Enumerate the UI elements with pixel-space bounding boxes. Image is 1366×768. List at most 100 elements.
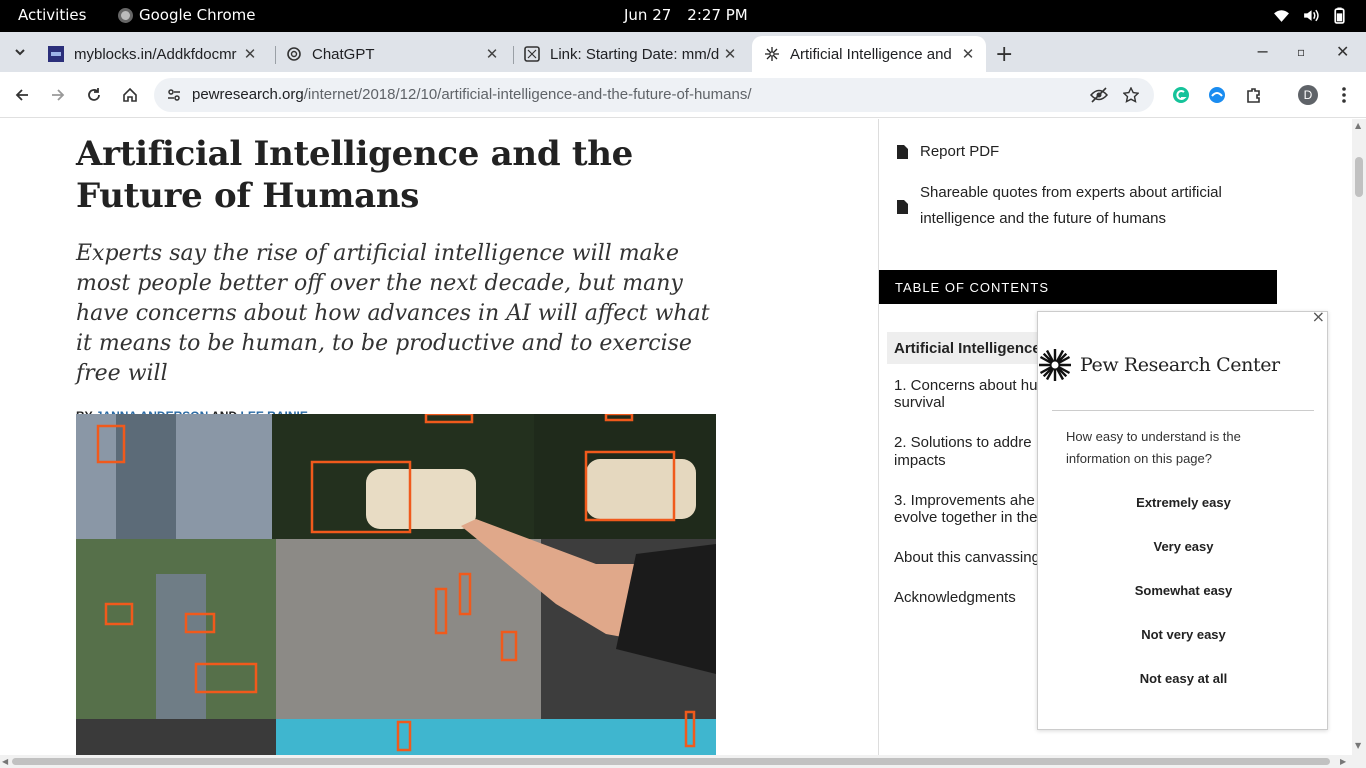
tab-chatgpt[interactable]: ChatGPT ✕ xyxy=(274,36,510,72)
toc-item-active[interactable]: Artificial Intelligence xyxy=(887,332,1047,364)
date-label: Jun 27 xyxy=(624,6,672,24)
chevron-down-icon xyxy=(15,49,25,56)
vertical-scrollbar[interactable]: ▲ ▼ xyxy=(1352,119,1366,755)
option-not-very-easy[interactable]: Not very easy xyxy=(1038,627,1329,642)
tab-myblocks[interactable]: myblocks.in/Addkfdocmr ✕ xyxy=(36,36,268,72)
grammarly-icon xyxy=(1173,87,1189,103)
option-extremely-easy[interactable]: Extremely easy xyxy=(1038,495,1329,510)
cloud-extension-icon xyxy=(1209,87,1225,103)
system-tray[interactable] xyxy=(1273,7,1348,24)
toc-item-acknowledgments[interactable]: Acknowledgments xyxy=(894,589,1044,606)
time-label: 2:27 PM xyxy=(687,6,748,24)
avatar: D xyxy=(1298,85,1318,105)
browser-toolbar: pewresearch.org/internet/2018/12/10/arti… xyxy=(0,72,1366,118)
puzzle-icon xyxy=(1247,88,1260,103)
pew-sunburst-icon xyxy=(1039,349,1071,381)
toc-item-solutions-cont[interactable]: impacts xyxy=(894,452,1044,469)
pew-logo-text: Pew Research Center xyxy=(1080,354,1280,376)
volume-icon xyxy=(1304,9,1319,22)
arrow-right-icon xyxy=(52,89,65,101)
option-somewhat-easy[interactable]: Somewhat easy xyxy=(1038,583,1329,598)
toc-item-about[interactable]: About this canvassing xyxy=(894,549,1044,566)
report-pdf-link[interactable]: Report PDF xyxy=(897,139,999,165)
close-icon[interactable]: ✕ xyxy=(722,45,738,63)
tab-title: myblocks.in/Addkfdocmr xyxy=(74,45,237,63)
extensions-menu-button[interactable] xyxy=(1243,84,1265,106)
eye-off-icon[interactable] xyxy=(1090,87,1108,103)
option-not-easy-at-all[interactable]: Not easy at all xyxy=(1038,671,1329,686)
vertical-scroll-thumb[interactable] xyxy=(1355,157,1363,197)
reload-button[interactable] xyxy=(83,84,105,106)
new-tab-button[interactable]: + xyxy=(995,42,1013,67)
profile-button[interactable]: D xyxy=(1297,84,1319,106)
article: Artificial Intelligence and the Future o… xyxy=(76,119,726,755)
window-close-button[interactable]: ✕ xyxy=(1336,42,1349,61)
url-domain: pewresearch.org xyxy=(192,86,304,103)
horizontal-scrollbar[interactable]: ◀ ▶ xyxy=(0,755,1366,768)
pew-logo: Pew Research Center xyxy=(1038,348,1280,382)
pew-icon xyxy=(765,47,779,61)
document-icon xyxy=(897,145,908,159)
chrome-menu-button[interactable] xyxy=(1333,84,1355,106)
shareable-quotes-link[interactable]: Shareable quotes from experts about arti… xyxy=(897,180,1237,232)
system-top-bar: Activities Google Chrome Jun 27 2:27 PM xyxy=(0,0,1366,32)
app-name: Google Chrome xyxy=(139,6,256,24)
popup-close-button[interactable]: × xyxy=(1312,307,1325,326)
scroll-left-icon[interactable]: ◀ xyxy=(2,757,8,766)
popup-divider xyxy=(1052,410,1314,411)
extension-button[interactable] xyxy=(1206,84,1228,106)
option-very-easy[interactable]: Very easy xyxy=(1038,539,1329,554)
tab-title: ChatGPT xyxy=(312,45,375,63)
tab-strip: myblocks.in/Addkfdocmr ✕ ChatGPT ✕ Link:… xyxy=(0,32,1366,72)
arrow-left-icon xyxy=(15,89,28,101)
horizontal-scroll-thumb[interactable] xyxy=(12,758,1330,765)
chrome-icon xyxy=(118,7,133,23)
article-dek: Experts say the rise of artificial intel… xyxy=(76,241,710,386)
tab-search-button[interactable] xyxy=(6,38,34,66)
link-icon xyxy=(524,46,540,62)
scroll-right-icon[interactable]: ▶ xyxy=(1340,757,1346,766)
tab-link[interactable]: Link: Starting Date: mm/d ✕ xyxy=(512,36,748,72)
back-button[interactable] xyxy=(11,84,33,106)
toc-item-improvements-cont[interactable]: evolve together in the xyxy=(894,509,1044,526)
clock[interactable]: Jun 27 2:27 PM xyxy=(624,6,748,24)
hero-image xyxy=(76,414,716,755)
wifi-icon xyxy=(1274,10,1289,22)
close-icon[interactable]: ✕ xyxy=(960,45,976,63)
grammarly-extension[interactable] xyxy=(1170,84,1192,106)
tab-artificial-intelligence[interactable]: Artificial Intelligence and ✕ xyxy=(752,36,986,72)
close-icon[interactable]: ✕ xyxy=(242,45,258,63)
battery-icon xyxy=(1334,7,1345,24)
reload-icon xyxy=(88,88,100,101)
maximize-button[interactable]: ▫ xyxy=(1297,45,1305,59)
chatgpt-icon xyxy=(287,47,301,61)
toc-item-solutions[interactable]: 2. Solutions to addre xyxy=(894,434,1044,451)
address-bar[interactable]: pewresearch.org/internet/2018/12/10/arti… xyxy=(154,78,1154,112)
url-text: pewresearch.org/internet/2018/12/10/arti… xyxy=(192,86,752,103)
site-info-icon[interactable] xyxy=(166,87,182,103)
toc-item-concerns-cont[interactable]: survival xyxy=(894,394,1044,411)
kebab-menu-icon xyxy=(1342,87,1346,103)
url-path: /internet/2018/12/10/artificial-intellig… xyxy=(303,86,752,103)
scroll-up-icon[interactable]: ▲ xyxy=(1355,121,1361,130)
document-icon xyxy=(897,200,908,214)
myblocks-icon xyxy=(48,46,64,62)
close-icon[interactable]: ✕ xyxy=(484,45,500,63)
tab-title: Artificial Intelligence and xyxy=(790,45,952,63)
toc-heading: TABLE OF CONTENTS xyxy=(879,270,1277,304)
activities-button[interactable]: Activities xyxy=(18,6,86,24)
column-divider xyxy=(878,119,879,755)
scroll-down-icon[interactable]: ▼ xyxy=(1355,741,1361,750)
article-title: Artificial Intelligence and the Future o… xyxy=(76,134,633,216)
forward-button[interactable] xyxy=(47,84,69,106)
home-icon xyxy=(123,87,137,102)
home-button[interactable] xyxy=(119,84,141,106)
toc-item-improvements[interactable]: 3. Improvements ahe xyxy=(894,492,1044,509)
feedback-survey-popup: × Pew Research Center How easy to unders… xyxy=(1037,307,1329,730)
toc-item-concerns[interactable]: 1. Concerns about hu xyxy=(894,377,1044,394)
star-icon[interactable] xyxy=(1123,87,1139,103)
report-pdf-label: Report PDF xyxy=(920,143,1000,160)
surveillance-collage-image xyxy=(76,414,716,755)
minimize-button[interactable]: − xyxy=(1256,42,1269,61)
app-menu[interactable]: Google Chrome xyxy=(118,6,256,24)
